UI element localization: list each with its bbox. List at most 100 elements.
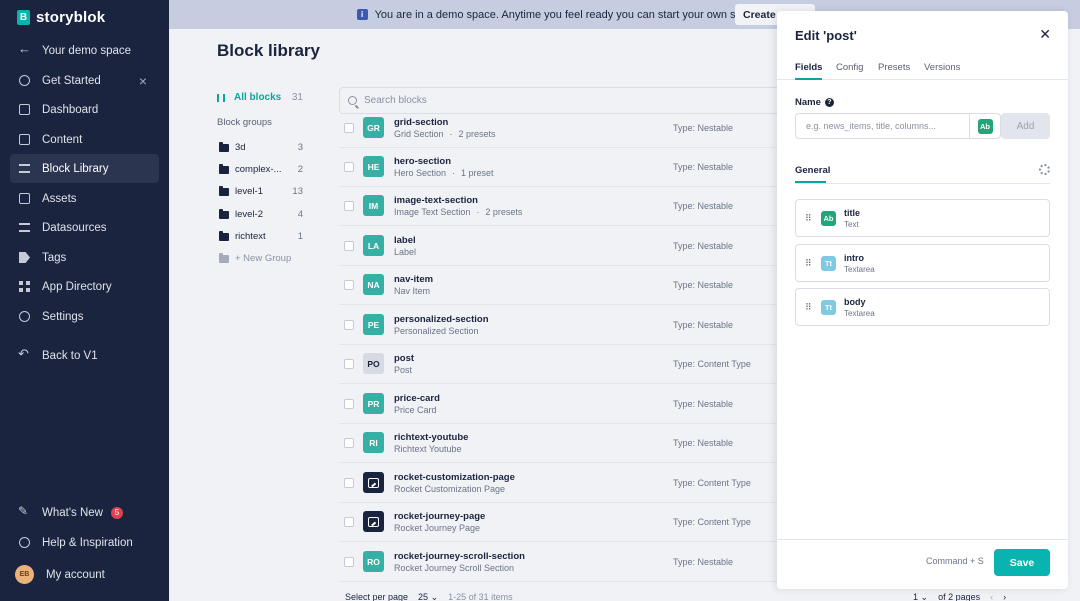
table-row[interactable]: rocket-customization-page Rocket Customi… <box>339 464 799 503</box>
block-display-name: Price Card <box>394 405 437 415</box>
datasources-icon <box>19 223 30 232</box>
table-row[interactable]: PE personalized-section Personalized Sec… <box>339 306 799 345</box>
group-item[interactable]: level-2 4 <box>219 208 303 220</box>
edit-block-panel: Edit 'post' ✕ Fields Config Presets Vers… <box>777 11 1068 589</box>
row-checkbox[interactable] <box>344 241 354 251</box>
row-checkbox[interactable] <box>344 359 354 369</box>
tab-fields[interactable]: Fields <box>795 62 823 80</box>
sidebar-item-app-directory[interactable]: App Directory <box>10 272 159 301</box>
new-group-button[interactable]: + New Group <box>219 252 303 264</box>
storyblok-logo[interactable]: B storyblok <box>17 9 105 26</box>
field-name-input[interactable]: e.g. news_items, title, columns... <box>795 113 969 139</box>
block-display-name: Image Text Section <box>394 207 471 217</box>
field-name: body <box>844 297 866 307</box>
group-name: level-2 <box>235 209 263 220</box>
per-page-select[interactable]: 25 ⌄ <box>418 592 438 601</box>
tab-presets[interactable]: Presets <box>878 62 910 73</box>
table-row[interactable]: NA nav-item Nav Item Type: Nestable <box>339 266 799 305</box>
sidebar-item-tags[interactable]: Tags <box>10 243 159 272</box>
all-blocks-filter[interactable]: All blocks 31 <box>217 92 303 103</box>
tab-config[interactable]: Config <box>836 62 863 73</box>
sidebar-item-content[interactable]: Content <box>10 125 159 154</box>
field-item[interactable]: ⠿ Ab title Text <box>795 199 1050 237</box>
help-label: Help & Inspiration <box>42 536 133 549</box>
drag-handle-icon[interactable]: ⠿ <box>805 258 812 269</box>
sidebar-item-assets[interactable]: Assets <box>10 184 159 213</box>
add-field-button[interactable]: Add <box>1001 113 1050 139</box>
whats-new-button[interactable]: What's New 5 <box>10 498 159 527</box>
group-item[interactable]: level-1 13 <box>219 185 303 197</box>
prev-page-icon[interactable]: ‹ <box>990 592 993 601</box>
group-item[interactable]: complex-... 2 <box>219 163 303 175</box>
save-shortcut-hint: Command + S <box>926 556 984 566</box>
row-checkbox[interactable] <box>344 201 354 211</box>
group-item[interactable]: richtext 1 <box>219 230 303 242</box>
tab-general[interactable]: General <box>795 165 830 183</box>
table-row[interactable]: RO rocket-journey-scroll-section Rocket … <box>339 543 799 582</box>
block-type: Type: Nestable <box>673 162 734 172</box>
block-avatar: PO <box>363 353 384 374</box>
block-name: image-text-section <box>394 195 478 206</box>
avatar: EB <box>15 565 34 584</box>
help-icon[interactable]: ? <box>824 98 834 107</box>
next-page-icon[interactable]: › <box>1003 592 1006 601</box>
block-name: price-card <box>394 393 440 404</box>
row-checkbox[interactable] <box>344 162 354 172</box>
drag-handle-icon[interactable]: ⠿ <box>805 213 812 224</box>
block-type: Type: Nestable <box>673 557 734 567</box>
row-checkbox[interactable] <box>344 320 354 330</box>
group-item[interactable]: 3d 3 <box>219 141 303 153</box>
table-row[interactable]: rocket-journey-page Rocket Journey Page … <box>339 503 799 542</box>
sidebar-item-settings[interactable]: Settings <box>10 302 159 331</box>
row-checkbox[interactable] <box>344 280 354 290</box>
block-avatar: IM <box>363 195 384 216</box>
page-select[interactable]: 1 ⌄ <box>913 592 928 601</box>
close-icon[interactable]: × <box>139 73 147 89</box>
field-item[interactable]: ⠿ Tt body Textarea <box>795 288 1050 326</box>
blocks-icon <box>217 93 227 103</box>
gear-icon[interactable] <box>1039 164 1050 175</box>
tab-versions[interactable]: Versions <box>924 62 960 73</box>
block-avatar: HE <box>363 156 384 177</box>
save-button[interactable]: Save <box>994 549 1050 576</box>
row-checkbox[interactable] <box>344 399 354 409</box>
close-icon[interactable]: ✕ <box>1039 26 1051 43</box>
table-row[interactable]: HE hero-section Hero Section · 1 preset Ty… <box>339 148 799 187</box>
table-row[interactable]: LA label Label Type: Nestable <box>339 227 799 266</box>
row-checkbox[interactable] <box>344 438 354 448</box>
sidebar-item-label: Block Library <box>42 162 109 175</box>
block-name: rocket-journey-page <box>394 511 486 522</box>
field-type-picker[interactable]: Ab <box>969 113 1001 139</box>
table-row[interactable]: GR grid-section Grid Section · 2 presets T… <box>339 114 799 148</box>
help-button[interactable]: Help & Inspiration <box>10 528 159 557</box>
block-name: label <box>394 235 416 246</box>
panel-title: Edit 'post' <box>795 28 857 43</box>
my-account-button[interactable]: EB My account <box>10 560 159 589</box>
row-checkbox[interactable] <box>344 557 354 567</box>
row-checkbox[interactable] <box>344 478 354 488</box>
group-name: level-1 <box>235 186 263 197</box>
sidebar-item-back-to-v1[interactable]: Back to V1 <box>10 341 159 370</box>
table-row[interactable]: IM image-text-section Image Text Section… <box>339 187 799 226</box>
field-item[interactable]: ⠿ Tt intro Textarea <box>795 244 1050 282</box>
table-row[interactable]: PO post Post Type: Content Type <box>339 345 799 384</box>
block-display-name: Hero Section <box>394 168 447 178</box>
row-checkbox[interactable] <box>344 123 354 133</box>
table-row[interactable]: PR price-card Price Card Type: Nestable <box>339 385 799 424</box>
back-arrow-icon <box>18 41 31 56</box>
space-switcher[interactable]: Your demo space <box>10 36 159 65</box>
sidebar-item-datasources[interactable]: Datasources <box>10 213 159 242</box>
sidebar-item-block-library[interactable]: Block Library <box>10 154 159 183</box>
field-name: intro <box>844 253 864 263</box>
sidebar-item-dashboard[interactable]: Dashboard <box>10 95 159 124</box>
image-icon <box>368 477 379 488</box>
table-row[interactable]: RI richtext-youtube Richtext Youtube Typ… <box>339 424 799 463</box>
group-count: 1 <box>297 231 303 242</box>
sidebar-item-get-started[interactable]: Get Started × <box>10 66 159 95</box>
folder-icon <box>219 141 229 152</box>
search-blocks-input[interactable]: Search blocks <box>339 87 799 114</box>
row-checkbox[interactable] <box>344 517 354 527</box>
drag-handle-icon[interactable]: ⠿ <box>805 302 812 313</box>
search-placeholder: Search blocks <box>364 95 427 106</box>
sidebar-item-label: Tags <box>42 251 67 264</box>
